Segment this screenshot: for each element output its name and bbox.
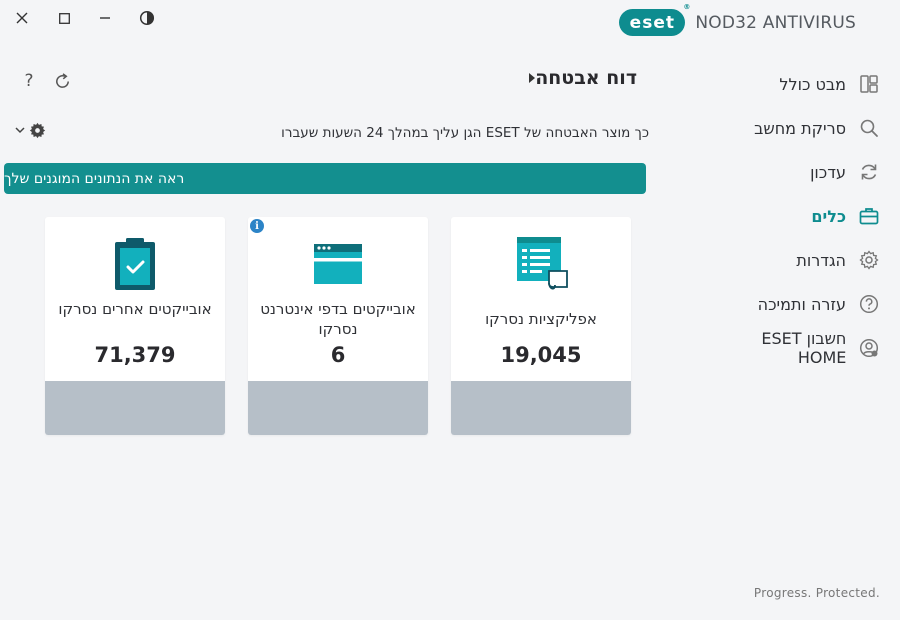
minimize-icon [100,17,110,19]
card-count: 71,379 [94,343,176,367]
info-letter: i [255,220,259,232]
theme-contrast-icon [139,10,155,26]
sidebar-item-label: חשבון ESET HOME [761,329,847,367]
help-button[interactable]: ? [18,70,40,92]
maximize-button[interactable] [51,8,77,28]
maximize-icon [58,12,70,24]
report-settings-menu[interactable] [15,122,46,139]
applications-icon [451,235,631,293]
protected-data-banner[interactable]: ראה את הנתונים המוגנים שלך [4,163,646,194]
banner-text: ראה את הנתונים המוגנים שלך [4,170,185,187]
sidebar-item-update[interactable]: עדכון [710,150,880,194]
refresh-button[interactable] [51,70,73,92]
card-label: אפליקציות נסרקו [485,310,597,328]
back-arrow-icon[interactable] [529,73,536,83]
card-chart-area [45,381,225,435]
info-icon[interactable]: i [250,219,264,233]
stat-card-web-objects[interactable]: אובייקטים בדפי אינטרנט נסרקו 6 [248,217,428,435]
sidebar-item-label: עזרה ותמיכה [757,294,846,314]
clipboard-check-icon [45,235,225,293]
registered-mark: ® [683,3,692,11]
sidebar-item-label: סריקת מחשב [754,118,846,138]
page-title: דוח אבטחה [535,67,637,89]
search-icon [858,117,880,139]
refresh-icon [55,72,69,88]
account-icon [858,337,880,359]
card-chart-area [248,381,428,435]
sidebar-item-label: הגדרות [796,250,846,270]
page-header: דוח אבטחה [514,67,637,89]
card-label: אובייקטים בדפי אינטרנט נסרקו [260,300,416,338]
page-subtitle: כך מוצר האבטחה של ESET הגן עליך במהלך 24… [281,125,649,141]
briefcase-icon [858,205,880,227]
card-label: אובייקטים אחרים נסרקו [58,300,212,318]
sidebar-item-label: עדכון [810,162,846,182]
gear-icon [858,249,880,271]
dashboard-icon [858,73,880,95]
stat-card-other-objects[interactable]: אובייקטים אחרים נסרקו 71,379 [45,217,225,435]
footer-tagline: Progress. Protected. [753,586,880,600]
sidebar-item-help[interactable]: עזרה ותמיכה [710,282,880,326]
product-name: NOD32 ANTIVIRUS [695,12,856,33]
sidebar-item-overview[interactable]: מבט כולל [710,62,880,106]
sidebar-item-computer-scan[interactable]: סריקת מחשב [710,106,880,150]
close-icon [16,12,28,24]
sidebar-item-label: כלים [811,206,846,226]
sidebar-item-label: מבט כולל [779,74,846,94]
sidebar-item-tools[interactable]: כלים [710,194,880,238]
refresh-icon [858,161,880,183]
chevron-down-icon [15,127,25,134]
logo-text: eset [629,12,675,33]
eset-logo: eset ® [619,3,690,36]
close-button[interactable] [9,8,35,28]
sidebar-item-settings[interactable]: הגדרות [710,238,880,282]
gear-icon [29,122,46,139]
minimize-button[interactable] [92,8,118,28]
card-chart-area [451,381,631,435]
card-count: 6 [330,343,346,367]
help-question-icon: ? [24,71,34,91]
brand: eset ® NOD32 ANTIVIRUS [619,3,856,36]
sidebar-item-eset-home[interactable]: חשבון ESET HOME [710,326,880,370]
card-count: 19,045 [500,343,582,367]
stat-card-applications[interactable]: אפליקציות נסרקו 19,045 [451,217,631,435]
sidebar: מבט כולל סריקת מחשב עדכון כלים הגדרות עז… [710,62,880,370]
theme-toggle-button[interactable] [134,8,160,28]
help-icon [858,293,880,315]
webpage-icon [248,235,428,293]
